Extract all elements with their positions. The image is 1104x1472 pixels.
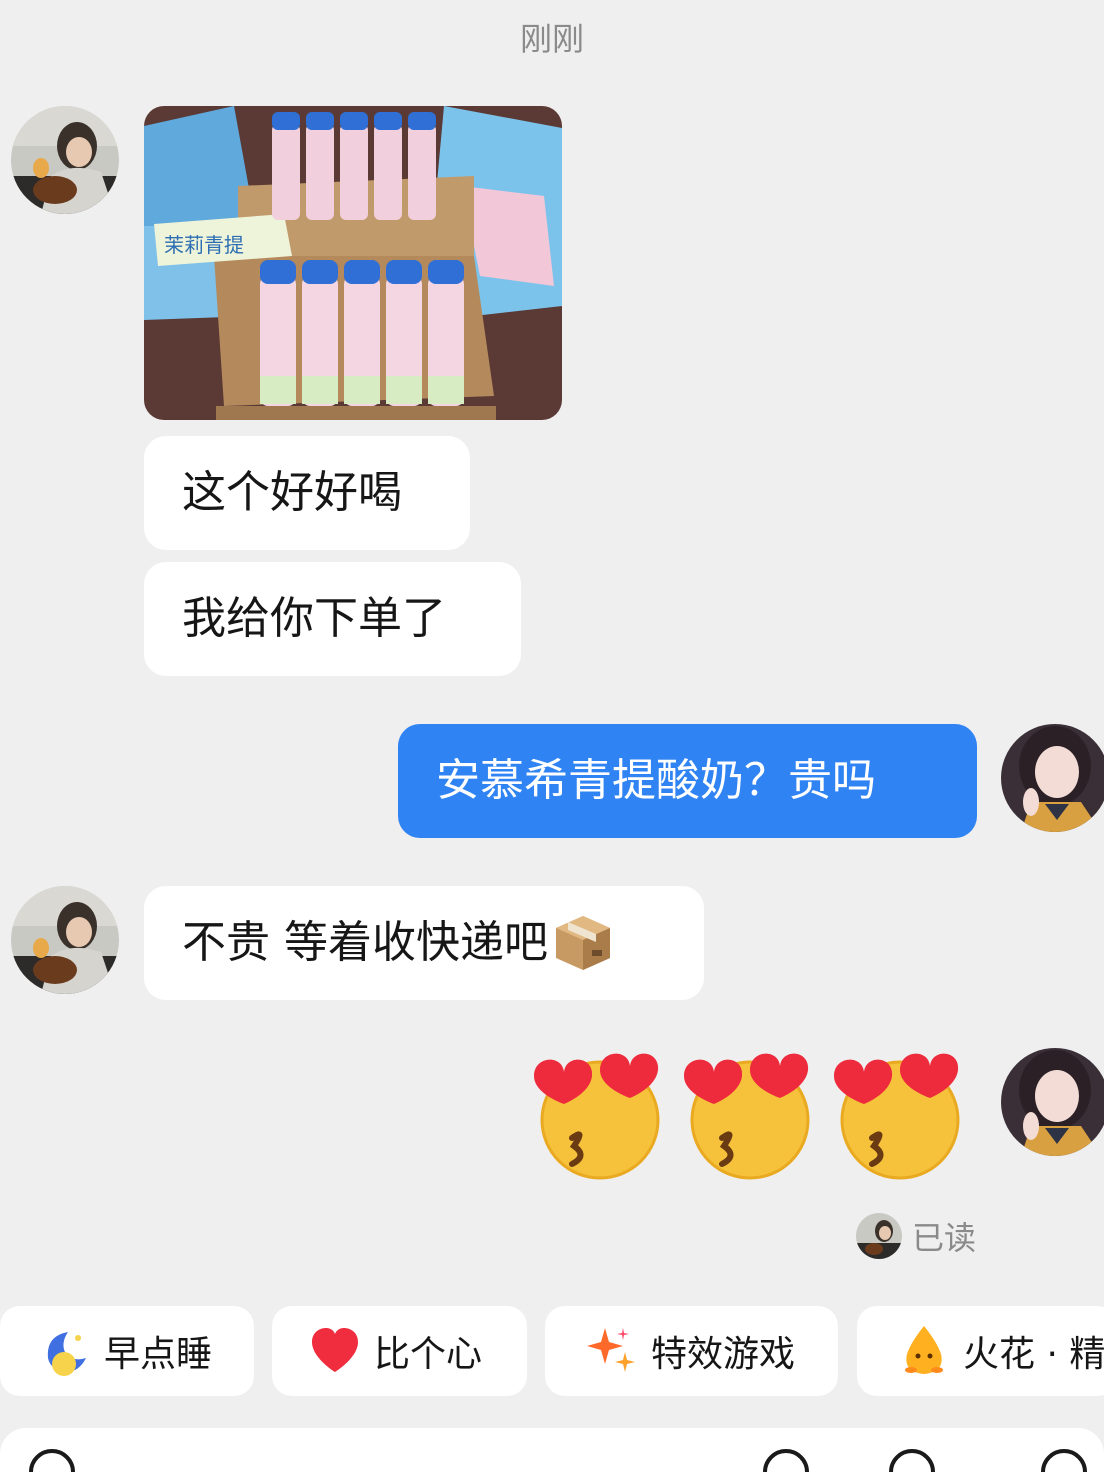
image-icon[interactable] xyxy=(888,1448,936,1472)
sparkles-icon xyxy=(585,1324,639,1378)
quick-reply-spark[interactable]: 火花 · 精 xyxy=(857,1306,1104,1396)
message-text: 我给你下单了 xyxy=(182,593,446,644)
message-text: 这个好好喝 xyxy=(182,467,402,518)
quick-reply-sleep[interactable]: 早点睡 xyxy=(0,1306,254,1396)
flame-mascot-icon xyxy=(897,1324,951,1378)
received-message-bubble[interactable]: 不贵 等着收快递吧 xyxy=(144,886,704,1000)
quick-reply-label: 比个心 xyxy=(374,1334,483,1375)
my-avatar[interactable] xyxy=(1001,724,1104,832)
message-input-bar[interactable] xyxy=(0,1428,1104,1472)
contact-avatar[interactable] xyxy=(11,886,119,994)
box-label-text: 茉莉青提 xyxy=(164,233,244,257)
sent-message-bubble[interactable]: 安慕希青提酸奶？贵吗 xyxy=(398,724,977,838)
quick-reply-label: 火花 · 精 xyxy=(963,1334,1104,1375)
sleepy-moon-icon xyxy=(38,1324,92,1378)
read-status-label: 已读 xyxy=(912,1219,977,1257)
add-icon[interactable] xyxy=(1040,1448,1088,1472)
voice-icon[interactable] xyxy=(28,1448,76,1472)
reader-avatar xyxy=(856,1213,902,1259)
quick-reply-heart[interactable]: 比个心 xyxy=(272,1306,527,1396)
heart-eyes-kiss-emoji[interactable] xyxy=(678,1046,820,1184)
message-text: 不贵 等着收快递吧 xyxy=(182,917,548,968)
quick-reply-label: 特效游戏 xyxy=(651,1334,796,1375)
heart-icon xyxy=(308,1324,362,1378)
emoji-icon[interactable] xyxy=(762,1448,810,1472)
contact-avatar[interactable] xyxy=(11,106,119,214)
message-text: 安慕希青提酸奶？贵吗 xyxy=(436,755,876,806)
photo-message[interactable]: 茉莉青提 xyxy=(144,106,562,420)
message-timestamp: 刚刚 xyxy=(519,20,584,58)
quick-reply-effects-game[interactable]: 特效游戏 xyxy=(545,1306,838,1396)
read-receipt: 已读 xyxy=(856,1212,976,1260)
my-avatar[interactable] xyxy=(1001,1048,1104,1156)
package-icon xyxy=(552,912,614,974)
heart-eyes-kiss-emoji[interactable] xyxy=(528,1046,670,1184)
heart-eyes-kiss-emoji[interactable] xyxy=(828,1046,970,1184)
received-message-bubble[interactable]: 我给你下单了 xyxy=(144,562,521,676)
received-message-bubble[interactable]: 这个好好喝 xyxy=(144,436,470,550)
quick-reply-label: 早点睡 xyxy=(104,1334,213,1375)
